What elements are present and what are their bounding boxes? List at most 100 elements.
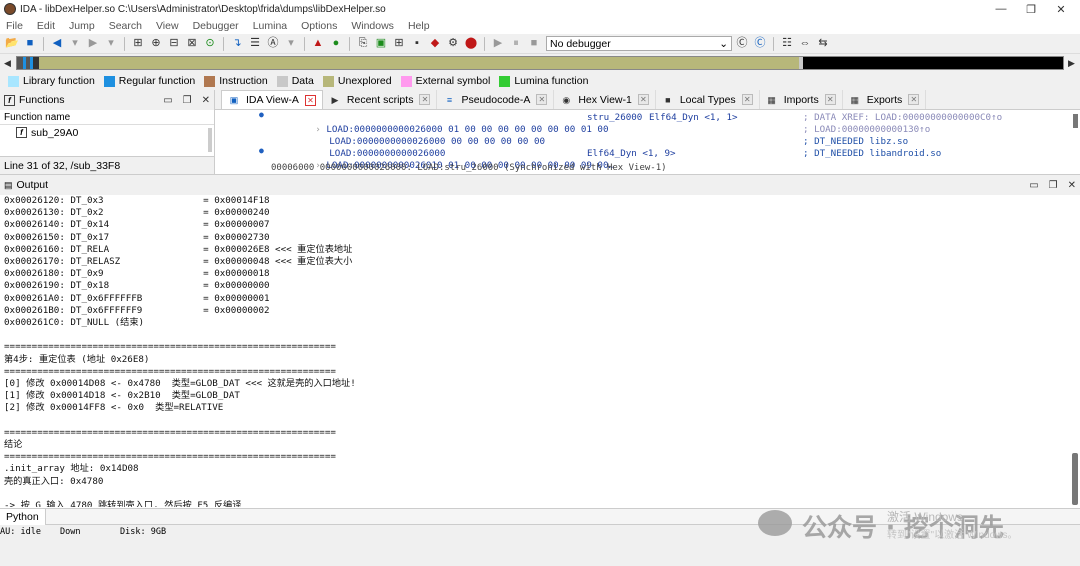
menu-help[interactable]: Help (408, 20, 430, 32)
menu-search[interactable]: Search (109, 20, 142, 32)
menu-jump[interactable]: Jump (69, 20, 95, 32)
tab-label: Recent scripts (346, 93, 414, 106)
collapse-icon[interactable]: ⇆ (815, 36, 831, 52)
analyze-icon[interactable]: ⊙ (202, 36, 218, 52)
text-icon[interactable]: Ⓐ (265, 36, 281, 52)
expand-icon[interactable]: ⇔ (797, 36, 813, 52)
menu-edit[interactable]: Edit (37, 20, 55, 32)
hex-icon[interactable]: ⊞ (130, 36, 146, 52)
menu-debugger[interactable]: Debugger (193, 20, 239, 32)
nav-left-icon[interactable]: ◀ (4, 58, 12, 69)
disasm-line[interactable]: LOAD:0000000000026000 00 00 00 00 00 00 (285, 124, 545, 147)
close-icon[interactable]: ✕ (824, 94, 836, 105)
maximize-button[interactable]: ❐ (1016, 3, 1046, 16)
function-row[interactable]: f sub_29A0 (0, 125, 214, 140)
disasm-line[interactable]: › LOAD:0000000000026000 01 00 00 00 00 0… (271, 112, 608, 135)
output-line: 0x00026120: DT_0x3 = 0x00014F18 (4, 195, 270, 206)
funcs-icon[interactable]: ⚙ (445, 36, 461, 52)
scroll-thumb[interactable] (1073, 114, 1078, 128)
text-dropdown-icon[interactable]: ▾ (283, 36, 299, 52)
search-icon[interactable]: ⊕ (148, 36, 164, 52)
graph-icon[interactable]: ▲ (310, 36, 326, 52)
close-icon[interactable]: ✕ (536, 94, 548, 105)
names-icon[interactable]: ⊞ (391, 36, 407, 52)
menu-file[interactable]: File (6, 20, 23, 32)
tab-exports[interactable]: ▦ Exports ✕ (843, 90, 927, 109)
output-line: 壳的真正入口: 0x4780 (4, 475, 104, 487)
binary-search-icon[interactable]: ⊠ (184, 36, 200, 52)
panel-minimize-icon[interactable]: ▭ (1029, 180, 1038, 191)
breakpoint-dot-icon[interactable]: ● (259, 146, 264, 155)
close-icon[interactable]: ✕ (304, 94, 316, 106)
tab-ida-view-a[interactable]: ▣ IDA View-A ✕ (221, 90, 323, 109)
disassembly-view[interactable]: ● ● › LOAD:0000000000026000 01 00 00 00 … (215, 110, 1080, 174)
output-text[interactable]: 0x00026120: DT_0x3 = 0x00014F18 0x0002613… (4, 195, 1064, 507)
tab-label: Imports (783, 93, 819, 106)
breakpoint-icon[interactable]: ◆ (427, 36, 443, 52)
functions-scrollbar[interactable] (208, 128, 212, 152)
structs-icon[interactable]: ▪ (409, 36, 425, 52)
breakpoint-dot-icon[interactable]: ● (259, 110, 264, 119)
legend-swatch (499, 75, 511, 87)
menu-lumina[interactable]: Lumina (253, 20, 287, 32)
tab-label: Local Types (679, 93, 736, 106)
function-name-column-header[interactable]: Function name (0, 110, 214, 125)
nav-right-icon[interactable]: ▶ (1068, 58, 1076, 69)
toolbar-separator (484, 36, 485, 51)
scroll-thumb[interactable] (1072, 453, 1078, 505)
run-icon[interactable]: ▶ (490, 36, 506, 52)
copy-icon[interactable]: ⎘ (355, 36, 371, 52)
panel-close-icon[interactable]: ✕ (202, 95, 210, 106)
functions-title: Functions (19, 94, 65, 106)
disasm-line[interactable]: › LOAD:0000000000026010 01 00 00 00 00 0… (271, 148, 614, 171)
debugger-select[interactable]: No debugger ⌄ (546, 36, 732, 51)
close-icon[interactable]: ✕ (908, 94, 920, 105)
menu-view[interactable]: View (156, 20, 179, 32)
python-button[interactable]: Python (0, 508, 46, 525)
sync-icon[interactable]: Ⓒ (752, 36, 768, 52)
stop-debug-icon[interactable]: ■ (526, 36, 542, 52)
menu-options[interactable]: Options (301, 20, 337, 32)
list-icon[interactable]: ☰ (247, 36, 263, 52)
menu-windows[interactable]: Windows (351, 20, 394, 32)
green-circle-icon[interactable]: ● (328, 36, 344, 52)
tab-imports[interactable]: ▦ Imports ✕ (760, 90, 843, 109)
back-icon[interactable]: ◀ (49, 36, 65, 52)
tab-label: Pseudocode-A (461, 93, 531, 106)
tab-pseudocode-a[interactable]: ≡ Pseudocode-A ✕ (437, 90, 555, 109)
back-dropdown-icon[interactable]: ▾ (67, 36, 83, 52)
tab-hex-view-1[interactable]: ◉ Hex View-1 ✕ (554, 90, 656, 109)
minimize-button[interactable]: — (986, 3, 1016, 16)
exports-icon: ▦ (850, 94, 859, 105)
layout-icon[interactable]: ☷ (779, 36, 795, 52)
disasm-name[interactable]: stru_26000 (587, 112, 642, 124)
close-button[interactable]: ✕ (1046, 3, 1076, 16)
close-icon[interactable]: ✕ (419, 94, 431, 105)
close-icon[interactable]: ✕ (741, 94, 753, 105)
open-icon[interactable]: 📂 (4, 36, 20, 52)
views-panel: ▣ IDA View-A ✕ ▶ Recent scripts ✕ ≡ Pseu… (215, 90, 1080, 174)
forward-dropdown-icon[interactable]: ▾ (103, 36, 119, 52)
segments-icon[interactable]: ▣ (373, 36, 389, 52)
toolbar-separator (124, 36, 125, 51)
panel-close-icon[interactable]: ✕ (1068, 180, 1076, 191)
tab-recent-scripts[interactable]: ▶ Recent scripts ✕ (323, 90, 438, 109)
panel-float-icon[interactable]: ❐ (1049, 180, 1058, 191)
close-icon[interactable]: ✕ (637, 94, 649, 105)
jump-icon[interactable]: ↴ (229, 36, 245, 52)
stop-icon[interactable]: ⬤ (463, 36, 479, 52)
pause-icon[interactable]: ⏸ (508, 36, 524, 52)
text-search-icon[interactable]: ⊟ (166, 36, 182, 52)
disasm-line[interactable]: LOAD:0000000000026000 (285, 136, 445, 159)
output-scrollbar[interactable] (1072, 215, 1078, 505)
tab-local-types[interactable]: ■ Local Types ✕ (656, 90, 760, 109)
disasm-comment[interactable]: ; DATA XREF: LOAD:00000000000000C0↑o (803, 112, 1002, 124)
disasm-scrollbar[interactable] (1073, 110, 1078, 154)
forward-icon[interactable]: ▶ (85, 36, 101, 52)
navigation-strip[interactable] (16, 56, 1064, 70)
save-icon[interactable]: ■ (22, 36, 38, 52)
panel-minimize-icon[interactable]: ▭ (163, 95, 172, 106)
panel-float-icon[interactable]: ❐ (183, 95, 192, 106)
disasm-comment[interactable]: ; LOAD:00000000000130↑o (803, 124, 930, 136)
patch-icon[interactable]: Ⓒ (734, 36, 750, 52)
